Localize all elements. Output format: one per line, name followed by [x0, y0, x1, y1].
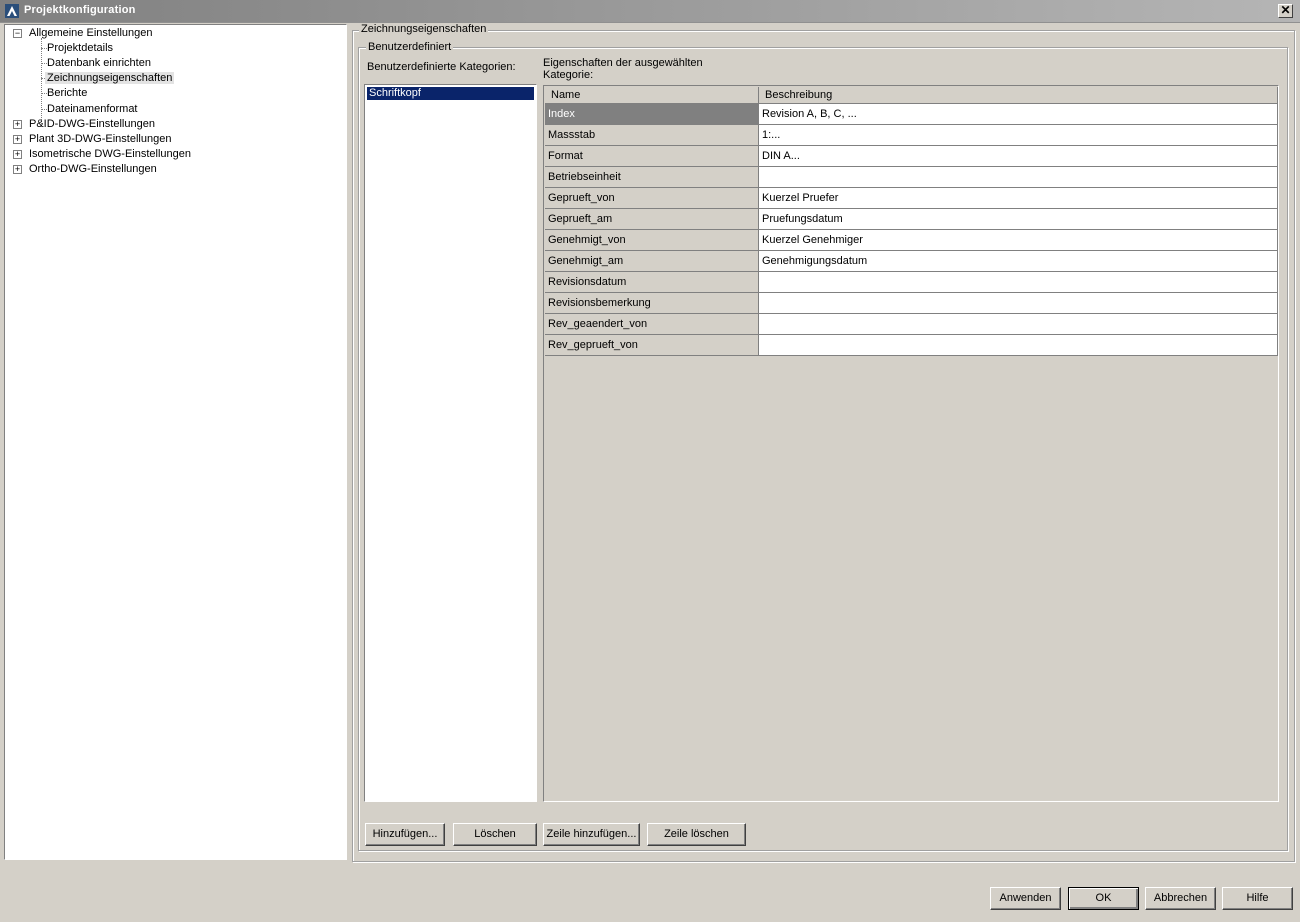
property-description-cell[interactable]: Revision A, B, C, ... [759, 104, 1278, 125]
tree-item-berichte[interactable]: Berichte [45, 86, 89, 100]
properties-label-2: Kategorie: [543, 69, 594, 81]
add-row-button[interactable]: Zeile hinzufügen... [543, 823, 640, 846]
close-button[interactable]: ✕ [1278, 4, 1293, 18]
property-description-cell[interactable] [759, 167, 1278, 188]
table-row[interactable]: Rev_geaendert_von [545, 314, 1278, 335]
property-description-cell[interactable] [759, 293, 1278, 314]
settings-tree[interactable]: − Allgemeine Einstellungen Projektdetail… [4, 24, 347, 860]
drawing-properties-title: Zeichnungseigenschaften [359, 23, 489, 35]
add-category-button[interactable]: Hinzufügen... [365, 823, 445, 846]
expand-icon[interactable]: + [13, 150, 22, 159]
property-name-cell[interactable]: Index [545, 104, 759, 125]
window-title: Projektkonfiguration [24, 4, 136, 16]
grid-header: Name Beschreibung [545, 87, 1278, 104]
table-row[interactable]: Genehmigt_am Genehmigungsdatum [545, 251, 1278, 272]
tree-item-allgemeine-einstellungen[interactable]: − Allgemeine Einstellungen [13, 26, 155, 40]
tree-connector [41, 38, 42, 126]
tree-item-zeichnungseigenschaften[interactable]: Zeichnungseigenschaften [45, 71, 175, 85]
table-row[interactable]: Revisionsdatum [545, 272, 1278, 293]
property-name-cell[interactable]: Massstab [545, 125, 759, 146]
property-name-cell[interactable]: Format [545, 146, 759, 167]
property-name-cell[interactable]: Rev_geaendert_von [545, 314, 759, 335]
tree-item-ortho-dwg-einstellungen[interactable]: + Ortho-DWG-Einstellungen [13, 162, 159, 176]
expand-icon[interactable]: + [13, 165, 22, 174]
tree-item-datenbank-einrichten[interactable]: Datenbank einrichten [45, 56, 153, 70]
table-row[interactable]: Format DIN A... [545, 146, 1278, 167]
table-row[interactable]: Index Revision A, B, C, ... [545, 104, 1278, 125]
tree-item-projektdetails[interactable]: Projektdetails [45, 41, 115, 55]
property-description-cell[interactable]: DIN A... [759, 146, 1278, 167]
tree-item-pid-dwg-einstellungen[interactable]: + P&ID-DWG-Einstellungen [13, 117, 157, 131]
expand-icon[interactable]: + [13, 135, 22, 144]
category-list[interactable]: Schriftkopf [364, 84, 537, 802]
table-row[interactable]: Geprueft_am Pruefungsdatum [545, 209, 1278, 230]
custom-group-title: Benutzerdefiniert [366, 41, 454, 53]
property-name-cell[interactable]: Genehmigt_am [545, 251, 759, 272]
property-description-cell[interactable] [759, 335, 1278, 356]
categories-label: Benutzerdefinierte Kategorien: [367, 61, 516, 73]
table-row[interactable]: Genehmigt_von Kuerzel Genehmiger [545, 230, 1278, 251]
apply-button[interactable]: Anwenden [990, 887, 1061, 910]
table-row[interactable]: Betriebseinheit [545, 167, 1278, 188]
property-description-cell[interactable]: 1:... [759, 125, 1278, 146]
property-name-cell[interactable]: Rev_geprueft_von [545, 335, 759, 356]
collapse-icon[interactable]: − [13, 29, 22, 38]
app-icon [5, 4, 19, 18]
property-name-cell[interactable]: Geprueft_am [545, 209, 759, 230]
property-description-cell[interactable]: Genehmigungsdatum [759, 251, 1278, 272]
table-row[interactable]: Revisionsbemerkung [545, 293, 1278, 314]
property-name-cell[interactable]: Genehmigt_von [545, 230, 759, 251]
help-button[interactable]: Hilfe [1222, 887, 1293, 910]
property-description-cell[interactable]: Kuerzel Genehmiger [759, 230, 1278, 251]
property-name-cell[interactable]: Revisionsdatum [545, 272, 759, 293]
tree-item-plant-3d-dwg-einstellungen[interactable]: + Plant 3D-DWG-Einstellungen [13, 132, 173, 146]
tree-item-isometrische-dwg-einstellungen[interactable]: + Isometrische DWG-Einstellungen [13, 147, 193, 161]
cancel-button[interactable]: Abbrechen [1145, 887, 1216, 910]
property-description-cell[interactable]: Pruefungsdatum [759, 209, 1278, 230]
property-description-cell[interactable] [759, 314, 1278, 335]
property-description-cell[interactable] [759, 272, 1278, 293]
expand-icon[interactable]: + [13, 120, 22, 129]
close-icon: ✕ [1280, 3, 1291, 17]
table-row[interactable]: Rev_geprueft_von [545, 335, 1278, 356]
list-item[interactable]: Schriftkopf [367, 87, 534, 100]
column-header-name[interactable]: Name [545, 87, 759, 104]
property-name-cell[interactable]: Betriebseinheit [545, 167, 759, 188]
property-name-cell[interactable]: Revisionsbemerkung [545, 293, 759, 314]
property-name-cell[interactable]: Geprueft_von [545, 188, 759, 209]
column-header-description[interactable]: Beschreibung [759, 87, 1278, 104]
properties-grid[interactable]: Name Beschreibung Index Revision A, B, C,… [543, 85, 1279, 802]
tree-item-dateinamenformat[interactable]: Dateinamenformat [45, 102, 140, 116]
delete-category-button[interactable]: Löschen [453, 823, 537, 846]
properties-label: Eigenschaften der ausgewählten [543, 57, 703, 69]
delete-row-button[interactable]: Zeile löschen [647, 823, 746, 846]
table-row[interactable]: Geprueft_von Kuerzel Pruefer [545, 188, 1278, 209]
property-description-cell[interactable]: Kuerzel Pruefer [759, 188, 1278, 209]
table-row[interactable]: Massstab 1:... [545, 125, 1278, 146]
ok-button[interactable]: OK [1068, 887, 1139, 910]
title-bar: Projektkonfiguration ✕ [0, 0, 1300, 23]
